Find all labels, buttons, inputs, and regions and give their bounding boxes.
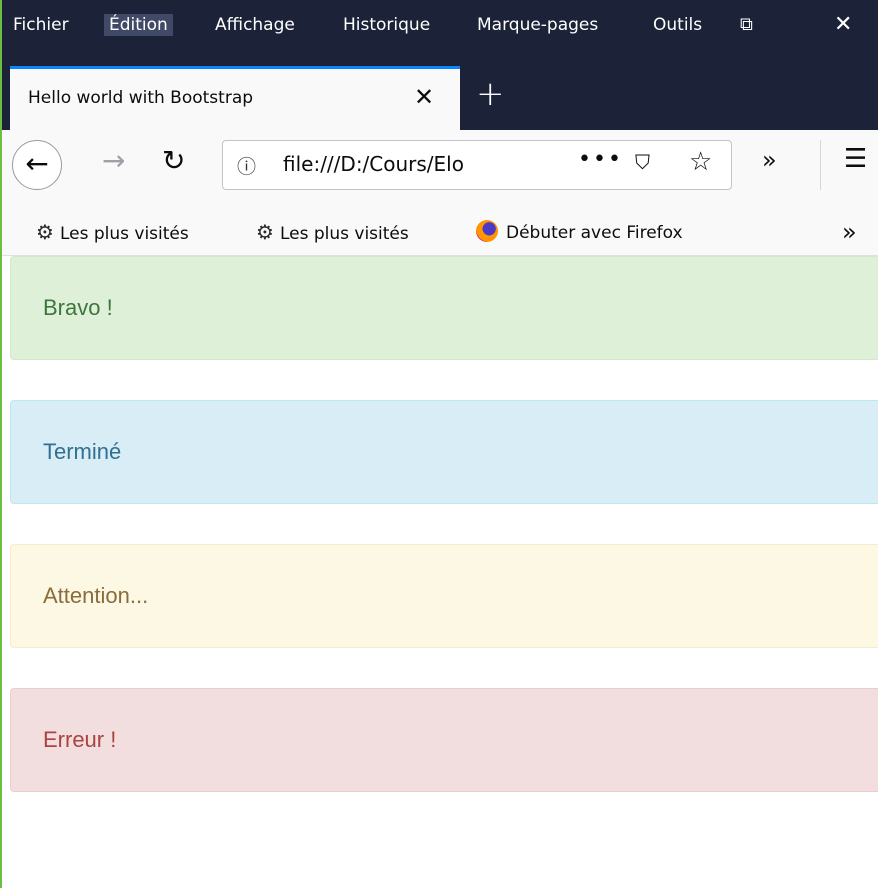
- hamburger-menu-icon[interactable]: ☰: [844, 144, 867, 174]
- bookmark-star-icon[interactable]: ☆: [689, 147, 712, 177]
- browser-window: Fichier Édition Affichage Historique Mar…: [0, 0, 878, 888]
- toolbar-separator: [820, 140, 821, 190]
- bookmark-les-plus-visites-1[interactable]: ⚙ Les plus visités: [36, 220, 189, 244]
- alert-text: Bravo !: [43, 295, 113, 320]
- reload-icon[interactable]: ↻: [162, 144, 185, 177]
- alert-warning: Attention...: [10, 544, 878, 648]
- bookmark-les-plus-visites-2[interactable]: ⚙ Les plus visités: [256, 220, 409, 244]
- bookmarks-toolbar: ⚙ Les plus visités ⚙ Les plus visités Débu…: [2, 212, 878, 256]
- menu-fichier[interactable]: Fichier: [8, 14, 74, 36]
- bookmarks-overflow-icon[interactable]: »: [842, 218, 857, 246]
- forward-icon[interactable]: →: [102, 144, 125, 177]
- bookmark-label: Les plus visités: [279, 224, 409, 244]
- nav-bar: ← → ↻ ⓘ file:///D:/Cours/Elo ••• ⛉ ☆ » ☰: [2, 130, 878, 212]
- tab-active[interactable]: Hello world with Bootstrap ✕: [10, 66, 460, 130]
- url-bar[interactable]: ⓘ file:///D:/Cours/Elo ••• ⛉ ☆: [222, 140, 732, 190]
- close-icon[interactable]: ✕: [414, 83, 434, 111]
- page-actions-icon[interactable]: •••: [578, 147, 623, 172]
- alert-info: Terminé: [10, 400, 878, 504]
- menu-marque-pages[interactable]: Marque-pages: [472, 14, 603, 36]
- window-close-icon[interactable]: ✕: [834, 12, 852, 37]
- menu-bar: Fichier Édition Affichage Historique Mar…: [2, 0, 878, 66]
- info-icon[interactable]: ⓘ: [237, 152, 256, 179]
- menu-affichage[interactable]: Affichage: [210, 14, 300, 36]
- bookmark-label: Les plus visités: [59, 224, 189, 244]
- overflow-icon[interactable]: »: [762, 146, 777, 174]
- new-tab-icon[interactable]: +: [476, 74, 505, 114]
- firefox-icon: [476, 220, 498, 242]
- restore-icon[interactable]: ⧉: [740, 14, 753, 35]
- pocket-icon[interactable]: ⛉: [635, 150, 650, 174]
- menu-edition[interactable]: Édition: [104, 14, 173, 36]
- gear-icon: ⚙: [36, 220, 54, 244]
- alert-text: Attention...: [43, 583, 149, 608]
- bookmark-debuter-avec-firefox[interactable]: Débuter avec Firefox: [476, 220, 683, 243]
- back-icon[interactable]: ←: [12, 140, 62, 190]
- gear-icon: ⚙: [256, 220, 274, 244]
- menu-historique[interactable]: Historique: [338, 14, 435, 36]
- menu-outils[interactable]: Outils: [648, 14, 707, 36]
- alert-danger: Erreur !: [10, 688, 878, 792]
- alert-success: Bravo !: [10, 256, 878, 360]
- alert-text: Terminé: [43, 439, 122, 464]
- bookmark-label: Débuter avec Firefox: [506, 223, 683, 243]
- tab-title: Hello world with Bootstrap: [28, 88, 254, 108]
- url-text[interactable]: file:///D:/Cours/Elo: [283, 152, 513, 176]
- alert-text: Erreur !: [43, 727, 117, 752]
- tab-strip: Hello world with Bootstrap ✕ +: [2, 66, 878, 130]
